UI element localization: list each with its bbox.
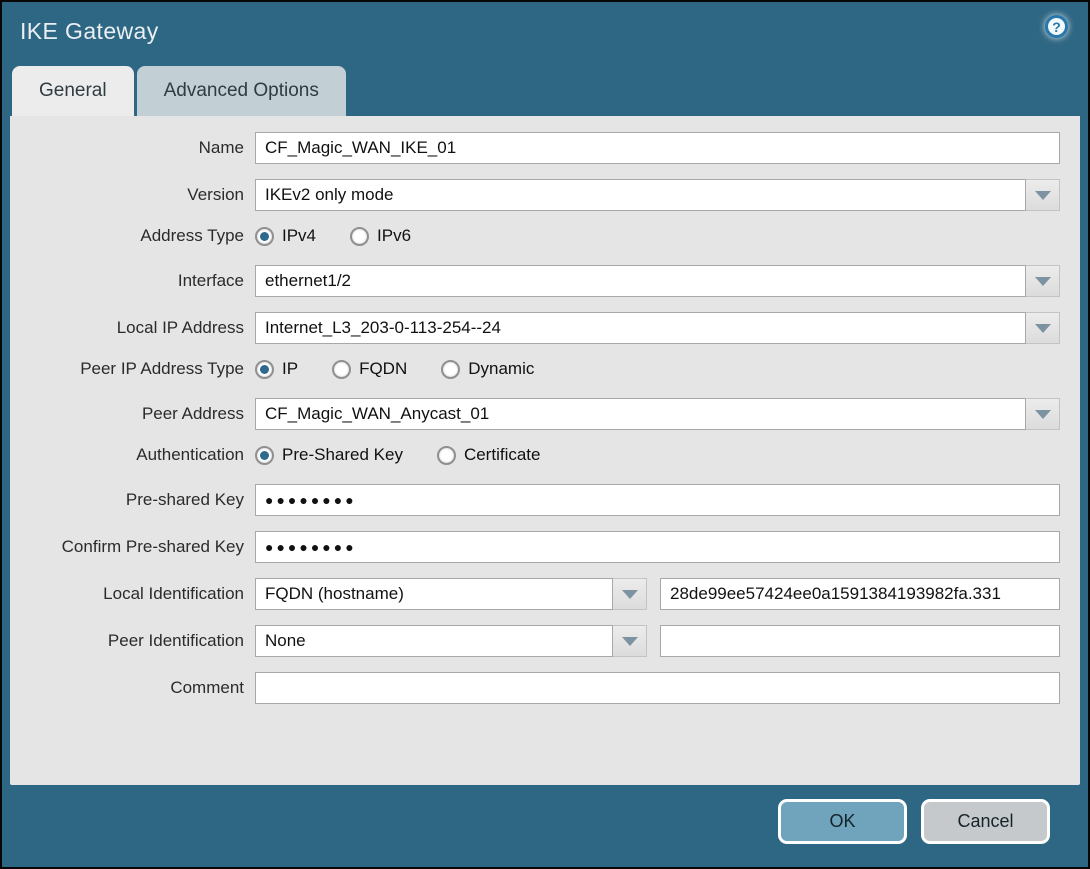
peer-address-row: Peer Address <box>10 398 1060 430</box>
help-icon[interactable]: ? <box>1045 15 1068 38</box>
radio-ipv6[interactable]: IPv6 <box>350 226 411 246</box>
address-type-label: Address Type <box>140 226 244 245</box>
authentication-row: Authentication Pre-Shared Key Certificat… <box>10 445 1060 465</box>
version-label: Version <box>187 185 244 204</box>
tab-strip: General Advanced Options <box>2 60 1088 116</box>
interface-select[interactable] <box>255 265 1026 297</box>
name-input[interactable] <box>255 132 1060 164</box>
radio-certificate-icon[interactable] <box>436 445 456 465</box>
radio-ipv4-icon[interactable] <box>255 226 274 246</box>
footer-bar: OK Cancel <box>2 785 1088 867</box>
interface-row: Interface <box>10 265 1060 297</box>
radio-certificate[interactable]: Certificate <box>436 445 541 465</box>
radio-peer-ip-icon[interactable] <box>255 359 274 379</box>
peer-address-select[interactable] <box>255 398 1026 430</box>
radio-ipv6-label: IPv6 <box>377 226 412 245</box>
general-tab-panel: Name Version Address Type IPv4 <box>10 116 1080 785</box>
comment-row: Comment <box>10 672 1060 704</box>
interface-dropdown-button[interactable] <box>1026 265 1060 297</box>
local-ip-select[interactable] <box>255 312 1026 344</box>
radio-peer-fqdn-label: FQDN <box>359 359 408 378</box>
local-ip-dropdown-button[interactable] <box>1026 312 1060 344</box>
radio-peer-ip[interactable]: IP <box>255 359 298 379</box>
local-ip-row: Local IP Address <box>10 312 1060 344</box>
local-identification-type-select[interactable] <box>255 578 613 610</box>
radio-pre-shared-key[interactable]: Pre-Shared Key <box>255 445 403 465</box>
radio-peer-fqdn[interactable]: FQDN <box>332 359 407 379</box>
comment-input[interactable] <box>255 672 1060 704</box>
chevron-down-icon <box>1034 323 1051 333</box>
psk-input[interactable] <box>255 484 1060 516</box>
dialog-title: IKE Gateway <box>20 17 159 44</box>
local-ip-label: Local IP Address <box>116 318 244 337</box>
authentication-label: Authentication <box>136 445 244 464</box>
radio-peer-dynamic-label: Dynamic <box>468 359 535 378</box>
chevron-down-icon <box>621 636 638 646</box>
chevron-down-icon <box>1034 276 1051 286</box>
chevron-down-icon <box>1034 190 1051 200</box>
peer-identification-row: Peer Identification <box>10 625 1060 657</box>
local-identification-row: Local Identification <box>10 578 1060 610</box>
version-dropdown-button[interactable] <box>1026 179 1060 211</box>
interface-label: Interface <box>177 271 244 290</box>
radio-peer-ip-label: IP <box>282 359 299 378</box>
peer-address-label: Peer Address <box>141 404 244 423</box>
confirm-psk-input[interactable] <box>255 531 1060 563</box>
peer-identification-value-input[interactable] <box>660 625 1060 657</box>
cancel-button[interactable]: Cancel <box>921 799 1050 844</box>
radio-certificate-label: Certificate <box>463 445 541 464</box>
peer-identification-type-select[interactable] <box>255 625 613 657</box>
tab-advanced-options[interactable]: Advanced Options <box>136 66 346 116</box>
radio-peer-dynamic[interactable]: Dynamic <box>441 359 534 379</box>
address-type-row: Address Type IPv4 IPv6 <box>10 226 1060 246</box>
radio-ipv6-icon[interactable] <box>350 226 370 246</box>
confirm-psk-label: Confirm Pre-shared Key <box>61 537 244 556</box>
radio-peer-dynamic-icon[interactable] <box>441 359 461 379</box>
local-identification-dropdown-button[interactable] <box>613 578 647 610</box>
radio-pre-shared-key-label: Pre-Shared Key <box>282 445 403 464</box>
tab-general[interactable]: General <box>12 66 134 116</box>
version-select[interactable] <box>255 179 1026 211</box>
psk-row: Pre-shared Key <box>10 484 1060 516</box>
ike-gateway-dialog: IKE Gateway ? General Advanced Options N… <box>0 0 1090 869</box>
chevron-down-icon <box>621 589 638 599</box>
peer-address-dropdown-button[interactable] <box>1026 398 1060 430</box>
version-row: Version <box>10 179 1060 211</box>
name-label: Name <box>198 138 244 157</box>
radio-ipv4-label: IPv4 <box>282 226 317 245</box>
radio-peer-fqdn-icon[interactable] <box>332 359 352 379</box>
confirm-psk-row: Confirm Pre-shared Key <box>10 531 1060 563</box>
radio-ipv4[interactable]: IPv4 <box>255 226 316 246</box>
peer-identification-dropdown-button[interactable] <box>613 625 647 657</box>
peer-ip-type-row: Peer IP Address Type IP FQDN Dynamic <box>10 359 1060 379</box>
radio-pre-shared-key-icon[interactable] <box>255 445 274 465</box>
title-bar: IKE Gateway ? <box>2 2 1088 60</box>
ok-button[interactable]: OK <box>778 799 907 844</box>
comment-label: Comment <box>170 678 244 697</box>
psk-label: Pre-shared Key <box>125 490 244 509</box>
chevron-down-icon <box>1034 409 1051 419</box>
peer-identification-label: Peer Identification <box>107 631 244 650</box>
local-identification-label: Local Identification <box>103 584 244 603</box>
peer-ip-type-label: Peer IP Address Type <box>80 359 244 378</box>
name-row: Name <box>10 132 1060 164</box>
local-identification-value-input[interactable] <box>660 578 1060 610</box>
